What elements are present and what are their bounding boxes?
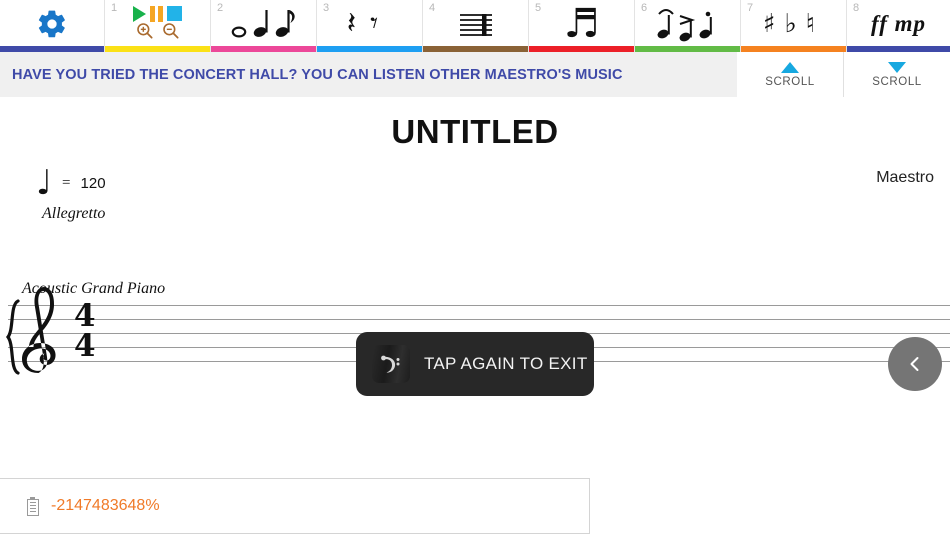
flat-icon: ♭ (784, 9, 806, 39)
battery-level: -2147483648% (51, 497, 160, 514)
page-title[interactable]: UNTITLED (0, 113, 950, 151)
status-panel: -2147483648% (0, 478, 590, 534)
quarter-rest-icon: 𝄽 (346, 6, 371, 41)
tab-dynamics[interactable]: 8 ff mp (847, 0, 950, 52)
battery-icon (26, 496, 39, 516)
gear-icon (38, 10, 65, 38)
time-signature-bottom: 4 (74, 328, 96, 364)
transport-controls (133, 5, 182, 43)
banner-row: HAVE YOU TRIED THE CONCERT HALL? YOU CAN… (0, 52, 950, 98)
tab-icons: ♯ ♭ ♮ (741, 0, 846, 52)
play-icon[interactable] (133, 5, 146, 22)
sharp-icon: ♯ (762, 9, 785, 39)
exit-toast[interactable]: TAP AGAIN TO EXIT (356, 332, 594, 396)
score-canvas[interactable]: UNTITLED Maestro ♩ = 120 Allegretto Acou… (0, 97, 950, 477)
scroll-down-label: SCROLL (872, 75, 922, 88)
tab-number: 2 (217, 2, 224, 14)
scroll-up-button[interactable]: SCROLL (737, 52, 844, 97)
beamed-notes-icon: ♬ (563, 1, 600, 47)
bass-clef-glyph (381, 355, 400, 373)
tab-number: 8 (853, 2, 860, 14)
settings-icon-wrap (0, 0, 104, 52)
back-button[interactable] (888, 337, 942, 391)
transport-row-zoom (135, 21, 181, 41)
zoom-out-icon[interactable] (161, 21, 181, 41)
tab-number: 4 (429, 2, 436, 14)
tab-icons (635, 0, 740, 52)
tab-icons: ff mp (847, 0, 950, 52)
tab-playback[interactable]: 1 (105, 0, 211, 52)
tab-number: 1 (111, 2, 118, 14)
tab-number: 5 (535, 2, 542, 14)
tempo-equals: = (62, 174, 71, 191)
tab-articulations[interactable]: 6 (635, 0, 741, 52)
quarter-note-icon: ♩ (36, 163, 53, 203)
tab-beams[interactable]: 5 ♬ (529, 0, 635, 52)
composer-label[interactable]: Maestro (876, 169, 934, 187)
toast-message: TAP AGAIN TO EXIT (424, 354, 588, 373)
chevron-left-icon (910, 357, 919, 371)
arrow-down-icon (888, 61, 906, 73)
tab-staff[interactable]: 4 (423, 0, 529, 52)
tempo-row: ♩ = 120 (36, 163, 236, 203)
stop-icon[interactable] (167, 6, 182, 21)
tab-number: 6 (641, 2, 648, 14)
zoom-in-icon[interactable] (135, 21, 155, 41)
dynamics-icon: ff mp (870, 11, 927, 36)
time-signature-top: 4 (74, 298, 96, 334)
tab-accidentals[interactable]: 7 ♯ ♭ ♮ (741, 0, 847, 52)
scroll-down-button[interactable]: SCROLL (844, 52, 950, 97)
eighth-rest-icon: 𝄾 (370, 6, 393, 41)
treble-clef-icon (22, 287, 56, 373)
tab-icons (211, 0, 316, 52)
staff-icon (459, 14, 492, 36)
tab-icons: 𝄽 𝄾 (317, 0, 422, 52)
tab-rests[interactable]: 3 𝄽 𝄾 (317, 0, 423, 52)
pause-icon[interactable] (150, 5, 163, 22)
tab-icons: ♬ (529, 0, 634, 52)
tempo-block[interactable]: ♩ = 120 Allegretto (36, 163, 236, 223)
promo-banner[interactable]: HAVE YOU TRIED THE CONCERT HALL? YOU CAN… (12, 52, 623, 97)
tab-icons (105, 0, 210, 52)
arrow-up-icon (781, 61, 799, 73)
time-signature[interactable]: 4 4 (74, 298, 96, 364)
tab-number: 7 (747, 2, 754, 14)
tab-icons (423, 0, 528, 52)
tempo-bpm[interactable]: 120 (81, 175, 106, 192)
tempo-word[interactable]: Allegretto (42, 205, 236, 223)
note-values-icon (231, 10, 295, 38)
transport-row-playback (133, 5, 182, 22)
scroll-panel: SCROLL SCROLL (737, 52, 950, 98)
scroll-up-label: SCROLL (765, 75, 815, 88)
articulations-icon (657, 9, 712, 42)
tab-notes[interactable]: 2 (211, 0, 317, 52)
top-toolbar: 1 2 3 𝄽 𝄾 4 5 ♬ 6 7 ♯ ♭ ♮ 8 ff mp (0, 0, 950, 52)
bass-clef-icon (372, 345, 410, 383)
staff-line (8, 319, 950, 320)
tab-settings[interactable] (0, 0, 105, 52)
staff-line (8, 305, 950, 306)
tab-number: 3 (323, 2, 330, 14)
natural-icon: ♮ (805, 9, 825, 39)
